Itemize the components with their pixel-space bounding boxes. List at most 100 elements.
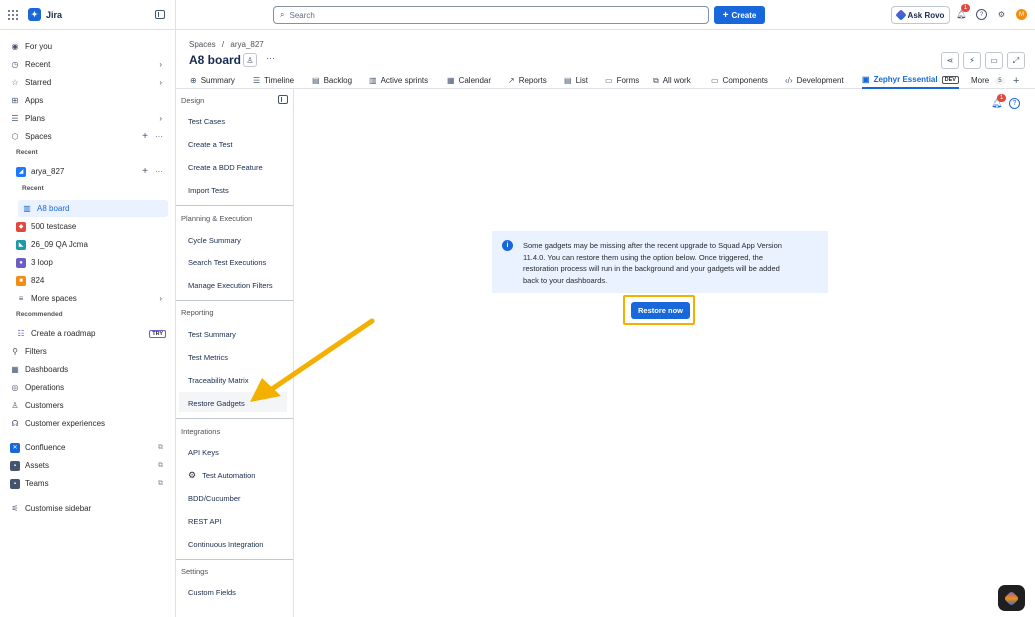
menu-manage-execution-filters[interactable]: Manage Execution Filters — [188, 281, 273, 290]
automation-lightning-icon[interactable]: ⚡︎ — [963, 52, 981, 69]
tab-label: All work — [662, 76, 691, 85]
search-box[interactable]: ⌕ — [273, 6, 709, 24]
fullscreen-icon[interactable]: ⤢ — [1007, 52, 1025, 69]
feedback-icon[interactable]: ▭ — [985, 52, 1003, 69]
info-text-line: Some gadgets may be missing after the re… — [523, 241, 782, 250]
sidebar-more-spaces[interactable]: ≡ More spaces › — [0, 290, 176, 307]
tab-forms[interactable]: ▭ Forms — [605, 72, 639, 89]
tab-development[interactable]: ‹/› Development — [785, 72, 844, 89]
tab-more[interactable]: More 5 — [971, 72, 1005, 89]
sidebar-item-spaces[interactable]: ⬡ Spaces + ··· — [0, 128, 176, 145]
help-icon[interactable]: ? — [976, 9, 987, 20]
ask-rovo-button[interactable]: Ask Rovo — [891, 6, 950, 24]
help-icon[interactable]: ? — [1009, 98, 1020, 109]
sidebar-item-dashboards[interactable]: ▦ Dashboards — [0, 361, 176, 378]
tab-label: Summary — [200, 76, 235, 85]
menu-api-keys[interactable]: API Keys — [188, 448, 219, 457]
collapse-panel-icon[interactable] — [278, 95, 288, 104]
tab-summary[interactable]: ⊕ Summary — [190, 72, 235, 89]
menu-create-bdd-feature[interactable]: Create a BDD Feature — [188, 163, 263, 172]
sidebar-customise[interactable]: ⚟ Customise sidebar — [0, 500, 176, 517]
tab-backlog[interactable]: ▤ Backlog — [312, 72, 352, 89]
section-label-space-recent: Recent — [22, 185, 44, 192]
tab-components[interactable]: ▭ Components — [711, 72, 768, 89]
tab-list[interactable]: ▤ List — [564, 72, 588, 89]
chevron-right-icon[interactable]: › — [159, 78, 162, 87]
app-name[interactable]: Jira — [46, 10, 62, 20]
chevron-right-icon[interactable]: › — [159, 294, 162, 303]
sidebar-space-26-09[interactable]: ◣ 26_09 QA Jcma — [0, 236, 176, 253]
sidebar-create-roadmap[interactable]: ☷ Create a roadmap TRY — [0, 325, 176, 342]
chevron-right-icon[interactable]: › — [159, 60, 162, 69]
menu-continuous-integration[interactable]: Continuous Integration — [188, 540, 263, 549]
search-input[interactable] — [289, 10, 690, 20]
more-actions-icon[interactable]: ··· — [266, 53, 275, 63]
menu-import-tests[interactable]: Import Tests — [188, 186, 229, 195]
tab-label: Development — [796, 76, 844, 85]
app-notification-bell-icon[interactable]: 🔔︎ 1 — [991, 94, 1006, 109]
breadcrumb-spaces[interactable]: Spaces — [189, 40, 216, 49]
menu-traceability-matrix[interactable]: Traceability Matrix — [188, 376, 249, 385]
sidebar-space-500-testcase[interactable]: ◆ 500 testcase — [0, 218, 176, 235]
menu-test-metrics[interactable]: Test Metrics — [188, 353, 228, 362]
jira-logo-icon[interactable]: ✦ — [28, 8, 41, 21]
add-tab-icon[interactable]: + — [1013, 72, 1019, 89]
menu-test-automation[interactable]: ⚙ Test Automation — [188, 470, 255, 481]
dev-badge: DEV — [941, 75, 959, 84]
tab-all-work[interactable]: ⧉ All work — [653, 72, 691, 89]
add-icon[interactable]: + — [142, 166, 148, 177]
share-icon[interactable]: ⋖ — [941, 52, 959, 69]
sidebar-space-arya[interactable]: ◢ arya_827 + ··· — [0, 163, 176, 180]
menu-test-cases[interactable]: Test Cases — [188, 117, 225, 126]
tab-timeline[interactable]: ☰ Timeline — [253, 72, 294, 89]
rovo-chat-button[interactable] — [998, 585, 1025, 611]
menu-create-test[interactable]: Create a Test — [188, 140, 232, 149]
sidebar-item-customer-experiences[interactable]: ☊ Customer experiences — [0, 415, 176, 432]
external-link-icon[interactable]: ⧉ — [158, 480, 163, 488]
menu-cycle-summary[interactable]: Cycle Summary — [188, 236, 241, 245]
notifications-bell-icon[interactable]: 🔔︎ 1 — [956, 4, 970, 20]
more-options-icon[interactable]: ··· — [155, 132, 163, 141]
sidebar-item-starred[interactable]: ☆ Starred › — [0, 74, 176, 91]
breadcrumb-space[interactable]: arya_827 — [230, 40, 263, 49]
sidebar-space-3-loop[interactable]: ● 3 loop — [0, 254, 176, 271]
sidebar-space-824[interactable]: ■ 824 — [0, 272, 176, 289]
collapse-sidebar-icon[interactable] — [155, 10, 165, 19]
tab-reports[interactable]: ↗ Reports — [508, 72, 547, 89]
sidebar-item-customers[interactable]: ♙ Customers — [0, 397, 176, 414]
sidebar-app-teams[interactable]: ▪ Teams ⧉ — [0, 475, 176, 492]
tab-calendar[interactable]: ▦ Calendar — [447, 72, 491, 89]
create-button[interactable]: + Create — [714, 6, 765, 24]
sidebar-item-a8-board[interactable]: ▥ A8 board — [18, 200, 168, 217]
menu-search-test-executions[interactable]: Search Test Executions — [188, 258, 266, 267]
menu-custom-fields[interactable]: Custom Fields — [188, 588, 236, 597]
chevron-right-icon[interactable]: › — [159, 114, 162, 123]
tab-zephyr-essential[interactable]: ▣ Zephyr Essential DEV — [862, 72, 959, 89]
tab-active-sprints[interactable]: ▥ Active sprints — [369, 72, 428, 89]
sidebar-item-for-you[interactable]: ◉ For you — [0, 38, 176, 55]
user-avatar[interactable]: M — [1016, 9, 1027, 20]
menu-restore-gadgets[interactable]: Restore Gadgets — [188, 399, 245, 408]
external-link-icon[interactable]: ⧉ — [158, 462, 163, 470]
dashboard-icon: ▦ — [11, 365, 19, 374]
menu-rest-api[interactable]: REST API — [188, 517, 222, 526]
restore-now-button[interactable]: Restore now — [631, 302, 690, 319]
external-link-icon[interactable]: ⧉ — [158, 444, 163, 452]
sidebar-item-filters[interactable]: ⚲ Filters — [0, 343, 176, 360]
sidebar-item-recent[interactable]: ◷ Recent › — [0, 56, 176, 73]
add-space-icon[interactable]: + — [142, 131, 148, 142]
menu-test-summary[interactable]: Test Summary — [188, 330, 236, 339]
more-options-icon[interactable]: ··· — [155, 167, 163, 176]
sidebar-app-confluence[interactable]: ✕ Confluence ⧉ — [0, 439, 176, 456]
app-switcher-icon[interactable] — [8, 9, 18, 20]
space-name: 3 loop — [31, 258, 53, 267]
tab-label: Components — [722, 76, 768, 85]
sidebar-item-apps[interactable]: ⊞ Apps — [0, 92, 176, 109]
sidebar-app-assets[interactable]: ▪ Assets ⧉ — [0, 457, 176, 474]
add-people-icon[interactable]: ♙ — [243, 53, 257, 67]
menu-bdd-cucumber[interactable]: BDD/Cucumber — [188, 494, 241, 503]
sidebar-item-operations[interactable]: ◎ Operations — [0, 379, 176, 396]
header-actions: ⋖ ⚡︎ ▭ ⤢ — [941, 52, 1025, 69]
settings-gear-icon[interactable]: ⚙ — [996, 9, 1007, 20]
sidebar-item-plans[interactable]: ☰ Plans › — [0, 110, 176, 127]
